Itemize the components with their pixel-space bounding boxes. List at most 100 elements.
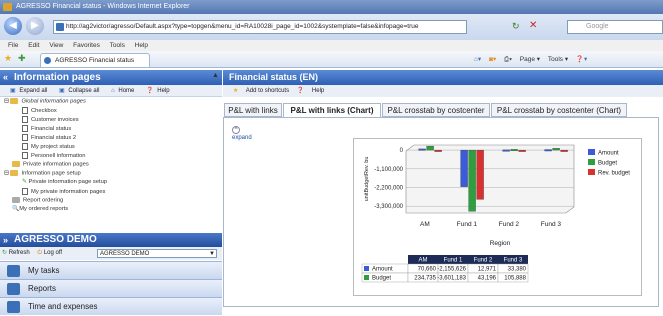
table-header-label: Fund 1 — [444, 258, 463, 264]
expand-link[interactable]: expand — [232, 135, 252, 141]
tree-item-financial-status[interactable]: Financial status — [22, 125, 71, 133]
tree-folder-global[interactable]: ⊟ Global information pages — [4, 98, 86, 106]
table-header-label: AM — [419, 258, 428, 264]
collapse-all-button[interactable]: Collapse all — [68, 88, 99, 94]
favorites-star-icon[interactable]: ★ — [4, 53, 12, 64]
logoff-button[interactable]: Log off — [44, 250, 62, 256]
tree-folder-private[interactable]: Private information pages — [12, 161, 89, 169]
x-axis-label: Region — [490, 240, 511, 247]
refresh-button[interactable]: Refresh — [9, 250, 30, 256]
legend-swatch — [588, 149, 595, 155]
tasks-icon — [7, 265, 20, 277]
table-header-label: Fund 2 — [474, 258, 493, 264]
table-cell-value: 70,660 — [418, 267, 437, 273]
bar — [502, 149, 510, 152]
x-tick-label: Fund 2 — [499, 221, 520, 228]
tab-pl-links-chart[interactable]: P&L with links (Chart) — [283, 103, 381, 118]
feeds-icon[interactable]: ◙▾ — [489, 56, 496, 63]
window-titlebar: AGRESSO Financial status - Windows Inter… — [0, 0, 663, 14]
tree-folder-report-ordering[interactable]: Report ordering — [12, 197, 63, 205]
browser-tab[interactable]: AGRESSO Financial status — [40, 53, 150, 67]
table-row-label: Amount — [372, 267, 393, 273]
menu-favorites[interactable]: Favorites — [73, 42, 100, 49]
expand-all-icon: ▣ — [10, 88, 16, 94]
table-cell-value: 105,888 — [504, 276, 526, 282]
y-tick-label: -3,300,000 — [374, 204, 403, 210]
bar — [544, 149, 552, 152]
expand-chevron-icon[interactable]: » — [3, 233, 8, 247]
tree-item-personell-information[interactable]: Personell information — [22, 152, 85, 160]
folder-icon — [10, 98, 19, 104]
forward-icon[interactable]: ▶ — [26, 17, 44, 35]
time-expenses-icon — [7, 301, 20, 313]
menu-help[interactable]: Help — [135, 42, 148, 49]
expand-toggle-icon[interactable]: ^ — [232, 126, 240, 134]
chart-frame: 0 -1,100,000 -2,200,000 -3,300,000 unitBudge… — [353, 138, 642, 296]
refresh-icon[interactable]: ↻ — [512, 21, 520, 32]
help-icon[interactable]: ❓▾ — [576, 56, 587, 63]
bar — [476, 149, 484, 200]
document-icon — [22, 152, 28, 159]
help-button[interactable]: Help — [157, 88, 169, 94]
information-pages-header[interactable]: « Information pages — [0, 70, 222, 85]
client-select[interactable]: AGRESSO DEMO ▼ — [97, 249, 217, 258]
document-icon — [22, 134, 28, 141]
nav-time-expenses[interactable]: Time and expenses — [0, 297, 222, 315]
document-icon — [22, 143, 28, 150]
menu-bar: File Edit View Favorites Tools Help — [0, 40, 663, 51]
home-icon[interactable]: ⌂▾ — [474, 56, 481, 63]
nav-reports-label: Reports — [28, 284, 57, 293]
back-icon[interactable]: ◀ — [4, 17, 22, 35]
nav-my-tasks[interactable]: My tasks — [0, 261, 222, 279]
help-icon: ❓ — [146, 88, 154, 94]
x-tick-label: Fund 1 — [457, 221, 478, 228]
reports-icon — [7, 283, 20, 295]
add-shortcut-button[interactable]: Add to shortcuts — [246, 88, 289, 94]
pane-collapse-icon[interactable]: ▲ — [212, 72, 219, 79]
collapse-chevron-icon[interactable]: « — [3, 70, 8, 85]
plot-area — [405, 144, 575, 214]
legend-label: Budget — [598, 161, 617, 167]
tree-item-my-project-status[interactable]: My project status — [22, 143, 75, 151]
y-tick-label: -2,200,000 — [374, 186, 403, 192]
x-tick-label: AM — [420, 221, 430, 228]
address-bar[interactable]: http://ag2victor/agresso/Default.aspx?ty… — [53, 20, 467, 34]
ie-app-icon — [3, 3, 12, 11]
expand-all-button[interactable]: Expand all — [19, 88, 47, 94]
document-icon — [22, 188, 28, 195]
bar-chart: 0 -1,100,000 -2,200,000 -3,300,000 unitBudge… — [361, 144, 630, 283]
tree-item-my-private-pages[interactable]: My private information pages — [22, 188, 105, 196]
legend-label: Amount — [598, 151, 619, 157]
home-button[interactable]: Home — [118, 88, 134, 94]
tab-pl-crosstab[interactable]: P&L crosstab by costcenter — [382, 103, 490, 117]
menu-view[interactable]: View — [49, 42, 63, 49]
tree-item-checkbox[interactable]: Checkbox — [22, 107, 57, 115]
stop-icon[interactable]: ✕ — [529, 20, 537, 31]
tab-pl-links[interactable]: P&L with links — [224, 103, 282, 117]
address-url: http://ag2victor/agresso/Default.aspx?ty… — [66, 23, 419, 30]
tree-folder-setup[interactable]: ⊟ Information page setup — [4, 170, 81, 178]
search-input[interactable]: Google — [567, 20, 663, 34]
menu-edit[interactable]: Edit — [28, 42, 39, 49]
agresso-demo-header[interactable]: » AGRESSO DEMO — [0, 233, 222, 247]
menu-tools[interactable]: Tools — [110, 42, 125, 49]
command-bar: ⌂▾ ◙▾ ⎙▾ Page ▾ Tools ▾ ❓▾ — [468, 52, 663, 67]
help-button[interactable]: Help — [312, 88, 324, 94]
chevron-down-icon: ▼ — [209, 251, 215, 257]
tree-item-customer-invoices[interactable]: Customer invoices — [22, 116, 79, 124]
y-tick-label: 0 — [400, 148, 404, 154]
tree-item-my-ordered-reports[interactable]: 🔍My ordered reports — [12, 206, 68, 214]
x-tick-label: Fund 3 — [541, 221, 562, 228]
right-toolbar: ★ Add to shortcuts ❓ Help — [223, 85, 663, 97]
tree-item-financial-status-2[interactable]: Financial status 2 — [22, 134, 76, 142]
page-menu[interactable]: Page ▾ — [520, 56, 540, 63]
bar — [468, 149, 476, 212]
menu-file[interactable]: File — [8, 42, 18, 49]
tree-item-private-setup[interactable]: ✎ Private information page setup — [22, 179, 107, 187]
tab-pl-crosstab-chart[interactable]: P&L crosstab by costcenter (Chart) — [491, 103, 627, 117]
print-icon[interactable]: ⎙▾ — [504, 56, 512, 63]
add-favorite-icon[interactable]: ✚ — [18, 53, 26, 64]
folder-icon — [12, 197, 20, 203]
tools-menu[interactable]: Tools ▾ — [548, 56, 568, 63]
nav-reports[interactable]: Reports — [0, 279, 222, 297]
